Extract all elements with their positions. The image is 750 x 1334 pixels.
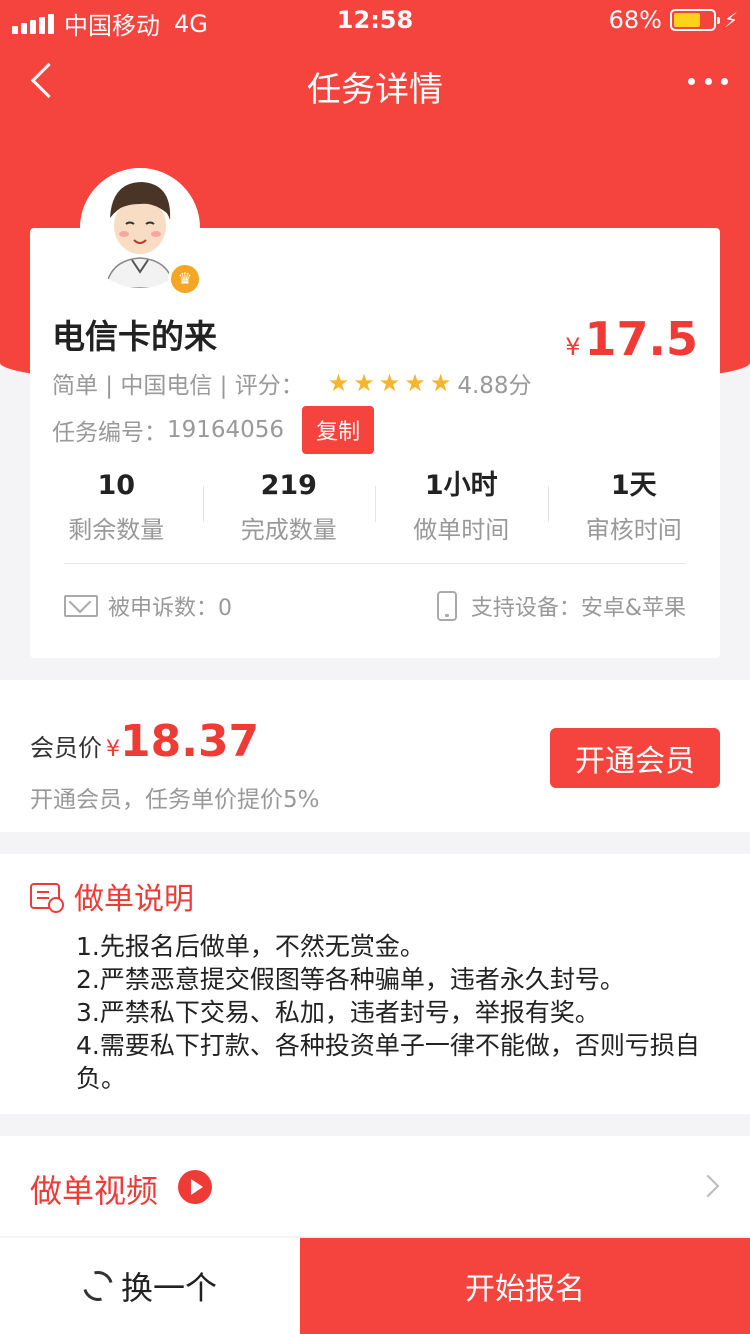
switch-task-label: 换一个 bbox=[120, 1269, 217, 1307]
task-id-row: 任务编号： 19164056 复制 bbox=[52, 406, 375, 454]
battery-percent: 68% bbox=[608, 6, 662, 34]
instructions-header: 做单说明 bbox=[30, 874, 194, 918]
rating-score: 4.88分 bbox=[457, 373, 532, 399]
stat-work-time: 1小时 做单时间 bbox=[375, 468, 548, 545]
rating-stars: ★ ★ ★ ★ ★ bbox=[328, 369, 452, 397]
star-icon: ★ bbox=[429, 369, 452, 397]
stat-remaining: 10 剩余数量 bbox=[30, 468, 203, 545]
member-description: 开通会员，任务单价提价5% bbox=[30, 787, 320, 813]
open-membership-button[interactable]: 开通会员 bbox=[550, 728, 720, 788]
price-value: 17.5 bbox=[584, 312, 699, 366]
stat-value: 10 bbox=[97, 470, 136, 501]
instructions-title: 做单说明 bbox=[74, 882, 194, 917]
start-signup-button[interactable]: 开始报名 bbox=[300, 1238, 750, 1334]
charging-icon: ⚡ bbox=[723, 8, 738, 32]
member-section: 会员价 ¥ 18.37 开通会员，任务单价提价5% 开通会员 bbox=[0, 680, 750, 832]
price-currency: ¥ bbox=[565, 333, 581, 361]
instructions-list: 1.先报名后做单，不然无赏金。 2.严禁恶意提交假图等各种骗单，违者永久封号。 … bbox=[76, 930, 716, 1095]
battery-icon bbox=[669, 9, 720, 31]
refresh-icon bbox=[77, 1265, 119, 1307]
task-id-label: 任务编号： bbox=[52, 420, 167, 446]
stat-value: 219 bbox=[260, 470, 317, 501]
task-price: ¥17.5 bbox=[565, 312, 698, 366]
stat-value: 1天 bbox=[610, 470, 657, 501]
instruction-item: 4.需要私下打款、各种投资单子一律不能做，否则亏损自负。 bbox=[76, 1031, 700, 1093]
copy-button[interactable]: 复制 bbox=[302, 406, 375, 454]
member-price: 会员价 ¥ 18.37 bbox=[30, 716, 259, 767]
instructions-section: 做单说明 1.先报名后做单，不然无赏金。 2.严禁恶意提交假图等各种骗单，违者永… bbox=[0, 854, 750, 1114]
task-stats: 10 剩余数量 219 完成数量 1小时 做单时间 1天 审核时间 bbox=[30, 468, 720, 545]
phone-icon bbox=[436, 591, 457, 621]
stat-review-time: 1天 审核时间 bbox=[547, 468, 721, 545]
status-right: 68% ⚡ bbox=[609, 6, 738, 34]
more-icon[interactable] bbox=[688, 66, 728, 96]
devices-text: 支持设备：安卓&苹果 bbox=[470, 596, 686, 621]
star-icon: ★ bbox=[327, 369, 350, 397]
stat-completed: 219 完成数量 bbox=[202, 468, 376, 545]
task-title: 电信卡的来 bbox=[52, 317, 217, 356]
status-bar: 中国移动 4G 12:58 68% ⚡ bbox=[0, 0, 750, 40]
divider bbox=[64, 563, 686, 564]
play-icon bbox=[178, 1170, 212, 1204]
stat-label: 审核时间 bbox=[585, 516, 682, 544]
stat-value: 1小时 bbox=[424, 470, 498, 501]
task-card: 电信卡的来 ¥17.5 简单 | 中国电信 | 评分： ★ ★ ★ ★ ★ 4.88分 … bbox=[30, 228, 720, 658]
complaint-text: 被申诉数：0 bbox=[108, 596, 232, 621]
task-meta: 简单 | 中国电信 | 评分： ★ ★ ★ ★ ★ 4.88分 bbox=[52, 366, 532, 400]
crown-icon: ♛ bbox=[168, 262, 202, 296]
chevron-right-icon bbox=[696, 1174, 720, 1198]
stat-label: 做单时间 bbox=[413, 516, 510, 544]
instruction-item: 1.先报名后做单，不然无赏金。 bbox=[76, 932, 425, 961]
member-price-currency: ¥ bbox=[106, 737, 120, 762]
instruction-item: 2.严禁恶意提交假图等各种骗单，违者永久封号。 bbox=[76, 965, 625, 994]
stat-label: 完成数量 bbox=[240, 516, 337, 544]
member-price-value: 18.37 bbox=[120, 716, 260, 767]
task-meta-text: 简单 | 中国电信 | 评分： bbox=[52, 373, 304, 399]
switch-task-button[interactable]: 换一个 bbox=[0, 1238, 300, 1334]
page-title: 任务详情 bbox=[307, 70, 443, 110]
complaint-count: 被申诉数：0 bbox=[64, 590, 232, 622]
task-id: 19164056 bbox=[167, 417, 285, 443]
nav-bar: 任务详情 bbox=[0, 44, 750, 124]
star-icon: ★ bbox=[378, 369, 401, 397]
supported-devices: 支持设备：安卓&苹果 bbox=[436, 590, 686, 622]
instruction-item: 3.严禁私下交易、私加，违者封号，举报有奖。 bbox=[76, 998, 600, 1027]
video-label: 做单视频 bbox=[30, 1172, 159, 1210]
stat-label: 剩余数量 bbox=[68, 516, 165, 544]
star-icon: ★ bbox=[353, 369, 375, 397]
battery-level bbox=[673, 13, 700, 27]
member-price-label: 会员价 bbox=[30, 734, 102, 762]
document-icon bbox=[30, 883, 64, 913]
complaint-icon bbox=[64, 595, 98, 617]
bottom-action-bar: 换一个 开始报名 bbox=[0, 1238, 750, 1334]
star-icon: ★ bbox=[404, 369, 426, 397]
card-footer: 被申诉数：0 支持设备：安卓&苹果 bbox=[64, 590, 686, 622]
video-row[interactable]: 做单视频 bbox=[0, 1136, 750, 1236]
